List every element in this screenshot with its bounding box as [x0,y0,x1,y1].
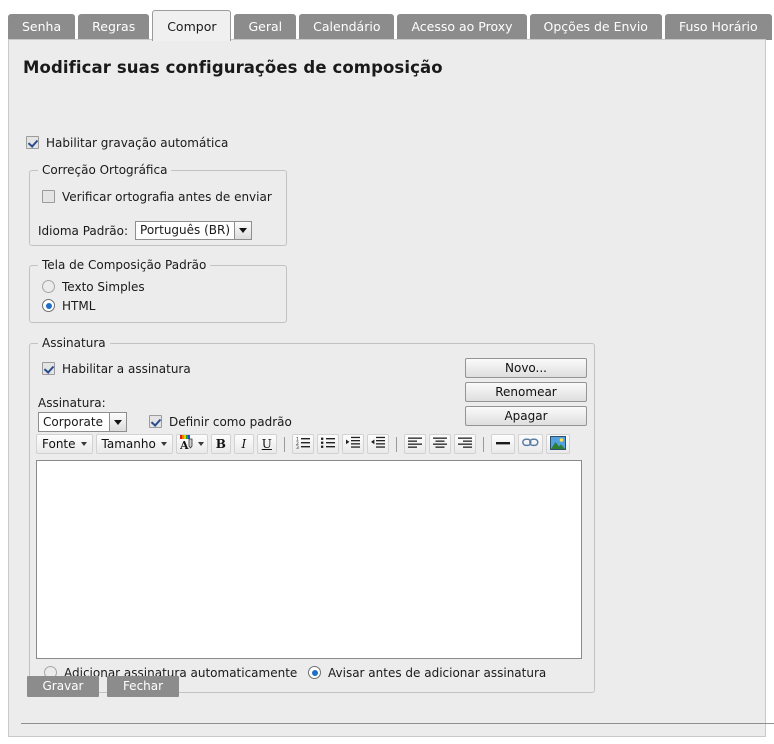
align-center-icon [432,437,447,452]
close-button[interactable]: Fechar [107,676,179,697]
outdent-button[interactable] [366,434,389,454]
tab-geral[interactable]: Geral [234,14,297,40]
autosave-label: Habilitar gravação automática [46,136,229,150]
prompt-add-signature-option[interactable]: Avisar antes de adicionar assinatura [308,666,546,680]
prompt-add-signature-label: Avisar antes de adicionar assinatura [328,666,547,680]
language-label: Idioma Padrão: [38,223,129,238]
font-family-dropdown[interactable]: Fonte [36,434,93,454]
align-right-button[interactable] [453,434,476,454]
link-icon [521,437,539,451]
image-icon [549,435,566,453]
ordered-list-button[interactable]: 1 2 3 [291,434,314,454]
spellcheck-row: Verificar ortografia antes de enviar [42,190,272,204]
font-size-label: Tamanho [101,437,156,451]
italic-icon: I [241,437,247,451]
new-signature-button[interactable]: Novo... [465,358,587,378]
autosave-row: Habilitar gravação automática [26,136,228,150]
plaintext-radio[interactable] [42,280,55,293]
indent-button[interactable] [341,434,364,454]
delete-signature-button[interactable]: Apagar [465,406,587,426]
html-radio[interactable] [42,299,55,312]
horizontal-rule-button[interactable] [490,434,515,454]
toolbar-separator [283,436,285,452]
chevron-down-icon [234,222,252,239]
tab-regras[interactable]: Regras [78,14,150,40]
language-row: Idioma Padrão: Português (BR) [38,221,253,240]
language-select[interactable]: Português (BR) [135,221,253,240]
spellcheck-checkbox[interactable] [42,190,55,203]
spellcheck-fieldset: Correção Ortográfica Verificar ortografi… [29,163,287,246]
enable-signature-checkbox[interactable] [42,362,55,375]
spellcheck-label: Verificar ortografia antes de enviar [62,190,272,204]
footer-divider [21,723,774,724]
align-left-button[interactable] [403,434,426,454]
align-right-icon [457,437,472,452]
signature-legend: Assinatura [38,336,110,350]
bold-button[interactable]: B [210,434,231,454]
tab-opcoes-de-envio[interactable]: Opções de Envio [529,14,662,40]
unordered-list-button[interactable] [316,434,339,454]
signature-select-row: Corporate Definir como padrão [38,412,292,432]
language-select-value: Português (BR) [140,223,231,237]
text-color-icon: A [179,435,195,453]
insert-image-button[interactable] [545,434,570,454]
unordered-list-icon [320,436,335,452]
signature-select[interactable]: Corporate [38,412,127,432]
chevron-down-icon [197,442,204,446]
set-default-label: Definir como padrão [169,415,292,429]
bold-icon: B [215,437,226,451]
set-default-row: Definir como padrão [149,415,292,429]
tab-calendario[interactable]: Calendário [299,14,395,40]
svg-text:A: A [180,439,189,450]
italic-button[interactable]: I [233,434,254,454]
chevron-down-icon [160,442,167,446]
outdent-icon [370,436,385,452]
indent-icon [345,436,360,452]
plaintext-label: Texto Simples [62,280,145,294]
font-family-label: Fonte [42,437,76,451]
set-default-checkbox[interactable] [149,415,162,428]
prompt-add-signature-radio[interactable] [308,666,321,679]
compose-option-html[interactable]: HTML [42,299,95,313]
rename-signature-button[interactable]: Renomear [465,382,587,402]
compose-screen-legend: Tela de Composição Padrão [38,258,211,272]
align-center-button[interactable] [428,434,451,454]
enable-signature-label: Habilitar a assinatura [62,362,191,376]
spellcheck-legend: Correção Ortográfica [38,163,172,177]
underline-button[interactable]: U [256,434,277,454]
text-color-dropdown[interactable]: A [175,434,208,454]
settings-panel: Modificar suas configurações de composiç… [8,39,774,737]
horizontal-rule-icon [495,437,511,451]
compose-option-plaintext[interactable]: Texto Simples [42,280,145,294]
enable-signature-row: Habilitar a assinatura [42,362,191,376]
toolbar-separator [482,436,484,452]
signature-select-value: Corporate [43,415,103,429]
tab-senha[interactable]: Senha [8,14,76,40]
html-label: HTML [62,299,96,313]
editor-toolbar: Fonte Tamanho A B I U 1 2 3 [36,432,582,456]
insert-link-button[interactable] [517,434,543,454]
compose-screen-fieldset: Tela de Composição Padrão Texto Simples … [29,258,287,323]
tab-bar: Senha Regras Compor Geral Calendário Ace… [0,0,774,41]
tab-acesso-ao-proxy[interactable]: Acesso ao Proxy [397,14,527,40]
svg-text:3: 3 [296,445,299,449]
signature-fieldset: Assinatura Habilitar a assinatura Assina… [29,336,595,693]
autosave-checkbox[interactable] [26,136,39,149]
chevron-down-icon [80,442,87,446]
save-button[interactable]: Gravar [27,676,99,697]
signature-select-label: Assinatura: [38,396,106,410]
tab-fuso-horario[interactable]: Fuso Horário [664,14,772,40]
ordered-list-icon: 1 2 3 [296,436,310,452]
page-title: Modificar suas configurações de composiç… [23,58,443,77]
underline-icon: U [261,437,272,451]
font-size-dropdown[interactable]: Tamanho [95,434,173,454]
align-left-icon [407,437,422,452]
tab-compor[interactable]: Compor [152,10,232,41]
toolbar-separator [395,436,397,452]
chevron-down-icon [109,413,126,431]
signature-editor[interactable] [36,460,582,659]
